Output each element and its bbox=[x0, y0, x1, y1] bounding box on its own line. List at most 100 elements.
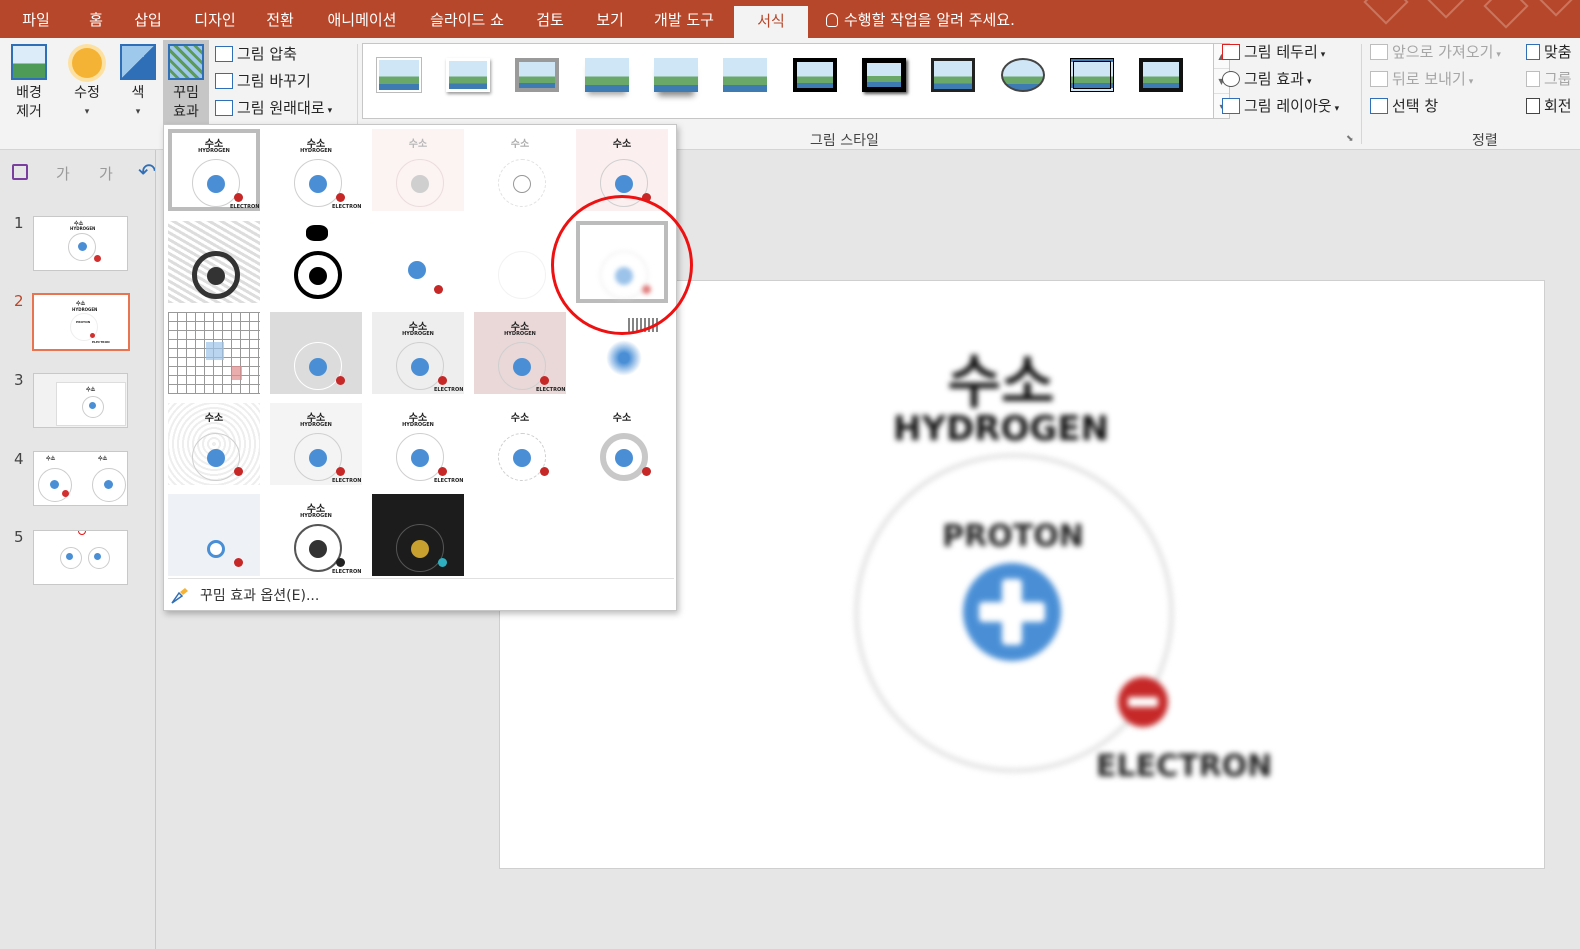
effect-pencil-sketch[interactable]: 수소 bbox=[474, 129, 566, 211]
picture-style-option[interactable] bbox=[585, 58, 629, 92]
effect-pastels-smooth[interactable] bbox=[168, 494, 260, 576]
chevron-down-icon: ▾ bbox=[135, 107, 141, 117]
tab-insert[interactable]: 삽입 bbox=[124, 0, 172, 38]
picture-style-option[interactable] bbox=[931, 58, 975, 92]
effect-mosaic-bubbles[interactable]: 수소 HYDROGEN ELECTRON bbox=[474, 312, 566, 394]
sun-icon bbox=[72, 48, 102, 78]
tab-home[interactable]: 홈 bbox=[76, 0, 116, 38]
picture-style-option[interactable] bbox=[654, 58, 698, 92]
picture-styles-group-label: 그림 스타일 bbox=[810, 133, 879, 149]
reset-picture-button[interactable]: 그림 원래대로 ▾ bbox=[215, 96, 332, 120]
picture-style-option[interactable] bbox=[723, 58, 767, 92]
tab-file[interactable]: 파일 bbox=[8, 0, 64, 38]
effect-crisscross-etching[interactable] bbox=[168, 312, 260, 394]
slide-number: 2 bbox=[14, 292, 24, 310]
artistic-effects-menu: 수소 HYDROGEN ELECTRON 수소 HYDROGEN ELECTRO… bbox=[163, 124, 677, 611]
slide-thumbnail[interactable]: 수소 bbox=[33, 373, 128, 428]
thumbnail-pane-divider bbox=[155, 150, 156, 949]
undo-icon[interactable]: ↶ bbox=[138, 160, 156, 185]
chevron-down-icon: ▾ bbox=[1334, 104, 1340, 114]
color-label: 색 bbox=[131, 85, 145, 101]
effect-crumbled[interactable]: 수소 HYDROGEN ELECTRON bbox=[372, 403, 464, 485]
effect-cutout[interactable]: 수소 bbox=[474, 403, 566, 485]
picture-layout-button[interactable]: 그림 레이아웃 ▾ bbox=[1222, 94, 1339, 118]
chevron-down-icon: ▾ bbox=[327, 106, 333, 116]
remove-background-button[interactable]: 배경 제거 bbox=[6, 44, 52, 122]
color-button[interactable]: 색 ▾ bbox=[116, 44, 160, 122]
picture-style-option[interactable] bbox=[1139, 58, 1183, 92]
effect-light-screen[interactable] bbox=[270, 312, 362, 394]
picture-styles-gallery[interactable] bbox=[362, 43, 1214, 119]
tab-developer[interactable]: 개발 도구 bbox=[644, 0, 724, 38]
artistic-effects-label: 꾸밈 효과 bbox=[173, 85, 199, 120]
change-picture-icon bbox=[215, 73, 233, 89]
slide-number: 4 bbox=[14, 450, 24, 468]
picture-style-option[interactable] bbox=[1001, 58, 1045, 92]
align-icon bbox=[1526, 44, 1540, 60]
change-picture-button[interactable]: 그림 바꾸기 bbox=[215, 69, 311, 93]
menu-separator bbox=[168, 578, 674, 579]
effect-texturizer[interactable]: 수소 HYDROGEN ELECTRON bbox=[270, 403, 362, 485]
bring-forward-button[interactable]: 앞으로 가져오기 ▾ bbox=[1370, 40, 1501, 64]
ribbon-tab-bar: 파일 홈 삽입 디자인 전환 애니메이션 슬라이드 쇼 검토 보기 개발 도구 … bbox=[0, 0, 1580, 44]
effect-plastic-wrap[interactable]: 수소 HYDROGEN ELECTRON bbox=[270, 494, 362, 576]
corrections-label: 수정 bbox=[74, 85, 100, 101]
effect-paint-strokes[interactable] bbox=[270, 221, 362, 303]
electron-minus-icon bbox=[1118, 677, 1168, 727]
picture-style-option[interactable] bbox=[446, 58, 490, 92]
slide-thumbnail[interactable]: 수소 수소 bbox=[33, 451, 128, 506]
electron-label: ELECTRON bbox=[1096, 749, 1273, 784]
slide-thumbnail[interactable]: 수소 HYDROGEN bbox=[33, 216, 128, 271]
picture-style-option[interactable] bbox=[515, 58, 559, 92]
artistic-effects-options-item[interactable]: 꾸밈 효과 옵션(E)... bbox=[200, 585, 319, 607]
rotate-button[interactable]: 회전 bbox=[1526, 94, 1572, 118]
artistic-effects-button[interactable]: 꾸밈 효과 bbox=[163, 40, 209, 126]
picture-style-option[interactable] bbox=[862, 58, 906, 92]
selection-pane-button[interactable]: 선택 창 bbox=[1370, 94, 1438, 118]
align-button[interactable]: 맞춤 bbox=[1526, 40, 1572, 64]
tell-me-search[interactable]: 수행할 작업을 알려 주세요. bbox=[826, 0, 1015, 38]
corrections-button[interactable]: 수정 ▾ bbox=[64, 44, 110, 122]
effect-paint-brush[interactable] bbox=[372, 221, 464, 303]
save-icon[interactable] bbox=[12, 164, 28, 180]
rotate-icon bbox=[1526, 98, 1540, 114]
picture-color-icon bbox=[120, 44, 156, 80]
send-backward-button[interactable]: 뒤로 보내기 ▾ bbox=[1370, 67, 1473, 91]
picture-border-button[interactable]: 그림 테두리 ▾ bbox=[1222, 40, 1325, 64]
effect-marker[interactable]: 수소 HYDROGEN ELECTRON bbox=[270, 129, 362, 211]
effect-pencil-grayscale[interactable]: 수소 bbox=[372, 129, 464, 211]
arrange-group-label: 정렬 bbox=[1472, 133, 1498, 149]
send-backward-icon bbox=[1370, 71, 1388, 87]
effect-cement[interactable]: 수소 bbox=[168, 403, 260, 485]
chevron-down-icon: ▾ bbox=[1320, 50, 1326, 60]
picture-effects-button[interactable]: 그림 효과 ▾ bbox=[1222, 67, 1312, 91]
effect-chalk-sketch[interactable] bbox=[168, 221, 260, 303]
compress-icon bbox=[215, 46, 233, 62]
remove-background-icon bbox=[11, 44, 47, 80]
pen-icon bbox=[1222, 44, 1240, 60]
effect-photocopy[interactable] bbox=[372, 494, 464, 576]
tab-view[interactable]: 보기 bbox=[586, 0, 634, 38]
proton-plus-icon bbox=[963, 563, 1061, 661]
picture-style-option[interactable] bbox=[1070, 58, 1114, 92]
decrease-font-button[interactable]: 가 bbox=[99, 163, 113, 184]
picture-style-option[interactable] bbox=[377, 58, 421, 92]
tab-review[interactable]: 검토 bbox=[526, 0, 574, 38]
highlight-annotation-circle bbox=[551, 195, 693, 335]
tab-transitions[interactable]: 전환 bbox=[256, 0, 304, 38]
effect-none[interactable]: 수소 HYDROGEN ELECTRON bbox=[168, 129, 260, 211]
dialog-launcher-icon[interactable]: ⬊ bbox=[1346, 134, 1354, 144]
group-button[interactable]: 그룹 bbox=[1526, 67, 1572, 91]
slide-thumbnail-selected[interactable]: 수소 HYDROGEN PROTON ELECTRON bbox=[32, 293, 130, 351]
tab-design[interactable]: 디자인 bbox=[184, 0, 246, 38]
tab-slideshow[interactable]: 슬라이드 쇼 bbox=[418, 0, 516, 38]
group-separator bbox=[1361, 44, 1362, 144]
compress-pictures-button[interactable]: 그림 압축 bbox=[215, 42, 297, 66]
increase-font-button[interactable]: 가 bbox=[56, 163, 70, 184]
effect-film-grain[interactable]: 수소 HYDROGEN ELECTRON bbox=[372, 312, 464, 394]
effect-glow-edges[interactable]: 수소 bbox=[576, 403, 668, 485]
slide-thumbnail[interactable] bbox=[33, 530, 128, 585]
tab-animations[interactable]: 애니메이션 bbox=[316, 0, 408, 38]
layout-icon bbox=[1222, 98, 1240, 114]
picture-style-option[interactable] bbox=[793, 58, 837, 92]
